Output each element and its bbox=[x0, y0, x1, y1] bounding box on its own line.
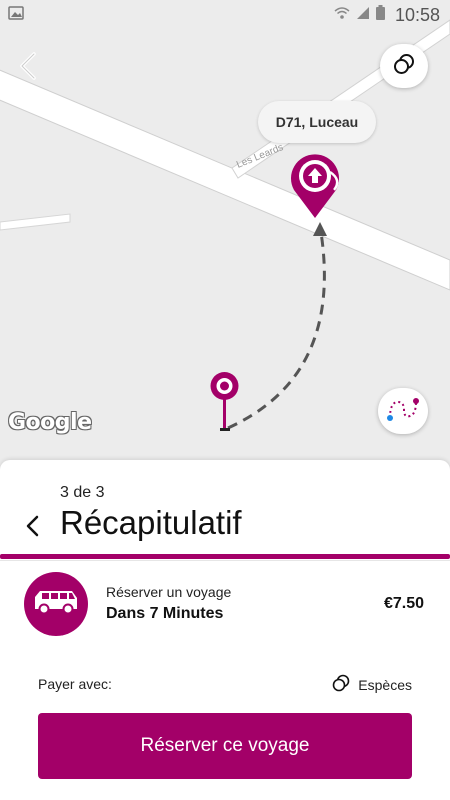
divider bbox=[0, 560, 450, 561]
layers-button[interactable] bbox=[380, 44, 428, 88]
payment-method-selector[interactable]: Espèces bbox=[332, 674, 412, 695]
chevron-left-icon[interactable] bbox=[22, 512, 44, 540]
route-icon bbox=[386, 396, 420, 427]
book-trip-button[interactable]: Réserver ce voyage bbox=[38, 713, 412, 779]
step-indicator: 3 de 3 bbox=[60, 484, 105, 501]
status-bar: 10:58 bbox=[0, 0, 450, 30]
progress-accent-bar bbox=[0, 554, 450, 559]
vehicle-avatar bbox=[24, 572, 88, 636]
google-logo: Google bbox=[8, 410, 92, 435]
payment-label: Payer avec: bbox=[38, 676, 112, 692]
page-title: Récapitulatif bbox=[60, 504, 242, 541]
payment-method-label: Espèces bbox=[358, 676, 412, 693]
status-time: 10:58 bbox=[394, 4, 440, 25]
trip-price: €7.50 bbox=[383, 595, 424, 612]
wifi-icon bbox=[334, 6, 350, 25]
trip-label: Réserver un voyage bbox=[106, 584, 232, 600]
place-label: D71, Luceau bbox=[258, 101, 376, 143]
layers-icon bbox=[392, 52, 416, 81]
image-icon bbox=[8, 5, 24, 25]
route-button[interactable] bbox=[378, 388, 428, 434]
trip-time: Dans 7 Minutes bbox=[106, 605, 224, 622]
signal-icon bbox=[356, 6, 370, 25]
back-arrow-icon[interactable] bbox=[14, 48, 46, 84]
coins-icon bbox=[332, 674, 350, 695]
van-icon bbox=[32, 589, 80, 620]
battery-icon bbox=[375, 5, 385, 25]
booking-summary-sheet: 3 de 3 Récapitulatif Réserver un voyage … bbox=[0, 460, 450, 800]
destination-pin-icon[interactable] bbox=[286, 150, 348, 220]
origin-pin-icon[interactable] bbox=[208, 370, 242, 434]
